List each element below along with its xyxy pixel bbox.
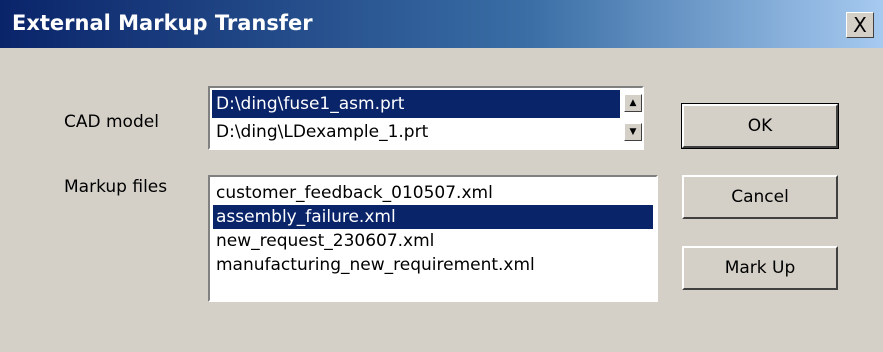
title-bar[interactable]: External Markup Transfer X [0, 0, 883, 48]
ok-button[interactable]: OK [681, 103, 839, 149]
markup-files-list[interactable]: customer_feedback_010507.xml assembly_fa… [208, 175, 658, 302]
up-arrow-icon: ▲ [629, 97, 637, 108]
markup-files-label: Markup files [64, 177, 168, 197]
cad-model-list[interactable]: D:\ding\fuse1_asm.prt D:\ding\LDexample_… [208, 86, 644, 150]
cad-model-label: CAD model [64, 112, 159, 132]
cad-model-item[interactable]: D:\ding\fuse1_asm.prt [212, 90, 620, 118]
window-title: External Markup Transfer [12, 11, 313, 35]
markup-file-item[interactable]: customer_feedback_010507.xml [213, 181, 653, 205]
close-icon: X [853, 13, 867, 37]
down-arrow-icon: ▼ [629, 126, 637, 137]
markup-file-item[interactable]: new_request_230607.xml [213, 229, 653, 253]
scroll-down-button[interactable]: ▼ [624, 123, 642, 141]
markup-file-item[interactable]: assembly_failure.xml [213, 205, 653, 229]
cad-model-item[interactable]: D:\ding\LDexample_1.prt [212, 118, 620, 146]
scroll-up-button[interactable]: ▲ [624, 94, 642, 112]
cancel-button[interactable]: Cancel [682, 175, 838, 219]
external-markup-transfer-dialog: External Markup Transfer X CAD model D:\… [0, 0, 883, 352]
close-button[interactable]: X [846, 12, 874, 38]
markup-file-item[interactable]: manufacturing_new_requirement.xml [213, 253, 653, 277]
mark-up-button[interactable]: Mark Up [682, 246, 838, 290]
